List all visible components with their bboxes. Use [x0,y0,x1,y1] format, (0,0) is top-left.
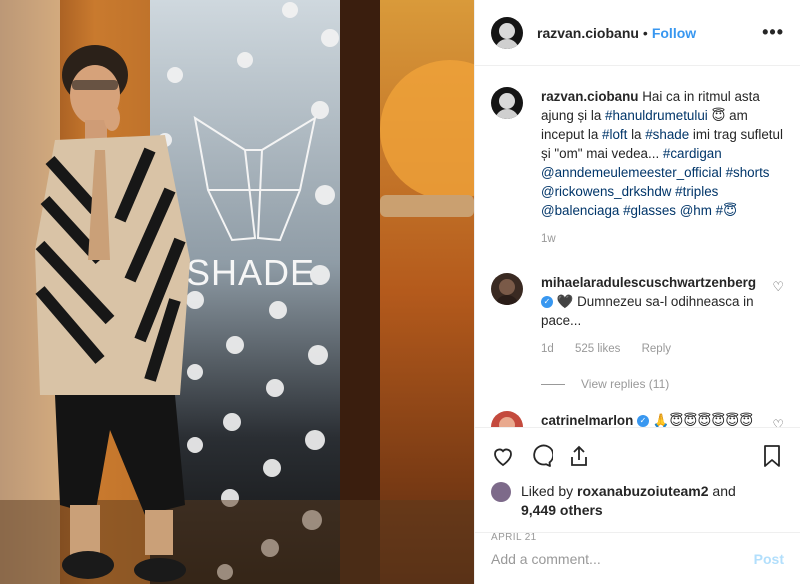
caption-tag-link[interactable]: #shorts [726,165,770,180]
liked-by: Liked by roxanabuzoiuteam2 and 9,449 oth… [491,482,784,520]
caption-tag-link[interactable]: #hanuldrumetului [605,108,708,123]
author-username[interactable]: razvan.ciobanu [537,25,639,41]
liker-username[interactable]: roxanabuzoiuteam2 [577,483,708,499]
separator-dot: • [642,24,648,41]
reply-button[interactable]: Reply [642,343,671,355]
comment-bubble-icon[interactable] [529,444,553,468]
caption-age: 1w [541,233,556,245]
caption-avatar[interactable] [491,87,523,119]
instagram-post-modal: SHADE razvan.ciobanu • Follow ••• razvan… [0,0,800,584]
add-comment-bar: Post [475,532,800,584]
comment-meta: 1d 525 likes Reply [541,340,764,359]
comment-item: mihaelaradulescuschwartzenberg ✓ 🖤 Dumne… [491,273,784,359]
post-actions: Liked by roxanabuzoiuteam2 and 9,449 oth… [475,427,800,543]
caption-tag-link[interactable]: @hm [680,203,712,218]
commenter-username[interactable]: catrinelmarlon [541,413,633,427]
bookmark-icon[interactable] [760,444,784,468]
commenter-avatar[interactable] [491,273,523,305]
verified-badge-icon: ✓ [637,415,650,427]
banner-brand-text: SHADE [186,252,315,293]
post-header: razvan.ciobanu • Follow ••• [475,0,800,66]
caption-tag-link[interactable]: #glasses [623,203,676,218]
comment-age: 1d [541,343,554,355]
caption-text-fragment: la [627,127,646,142]
caption-tag-link[interactable]: #shade [645,127,689,142]
view-replies-label[interactable]: View replies (11) [581,377,669,391]
caption-tag-link[interactable]: @rickowens_drkshdw [541,184,671,199]
comment-text: 🖤 Dumnezeu sa-l odihneasca in pace... [541,294,754,328]
caption-tag-link[interactable]: #loft [602,127,627,142]
comment-like-heart-icon[interactable]: ♡ [772,279,784,295]
caption-tag-link[interactable]: @anndemeulemeester_official [541,165,722,180]
post-comment-button[interactable]: Post [754,551,784,567]
comment-likes[interactable]: 525 likes [575,343,620,355]
caption-content: Hai ca in ritmul asta ajung și la #hanul… [541,89,783,218]
comment-like-heart-icon[interactable]: ♡ [772,417,784,427]
liker-avatar[interactable] [491,482,511,502]
caption: razvan.ciobanu Hai ca in ritmul asta aju… [491,87,784,249]
caption-meta: 1w [541,230,784,249]
follow-button[interactable]: Follow [652,25,696,41]
caption-tag-link[interactable]: #triples [675,184,718,199]
comments-list[interactable]: razvan.ciobanu Hai ca in ritmul asta aju… [475,67,800,427]
comment-item: catrinelmarlon ✓ 🙏😇😇😇😇😇😇 ♡ [491,411,784,427]
like-heart-icon[interactable] [491,444,515,468]
view-replies[interactable]: View replies (11) [541,377,784,391]
caption-username[interactable]: razvan.ciobanu [541,89,638,104]
add-comment-input[interactable] [491,550,754,567]
liked-and: and [708,483,736,499]
caption-tag-link[interactable]: @balenciaga [541,203,619,218]
caption-tag-link[interactable]: #😇 [716,203,737,218]
post-photo-graphic: SHADE [0,0,474,584]
more-options-icon[interactable]: ••• [762,22,784,43]
post-side-panel: razvan.ciobanu • Follow ••• razvan.cioba… [474,0,800,584]
others-count[interactable]: 9,449 others [521,502,603,518]
share-icon[interactable] [567,444,591,468]
liked-by-prefix: Liked by [521,483,578,499]
replies-divider [541,383,565,385]
verified-badge-icon: ✓ [541,296,553,309]
commenter-avatar[interactable] [491,411,523,427]
comment-text: 🙏😇😇😇😇😇😇 [652,413,754,427]
author-avatar[interactable] [491,16,523,49]
commenter-username[interactable]: mihaelaradulescuschwartzenberg [541,275,756,290]
post-photo[interactable]: SHADE [0,0,474,584]
caption-tag-link[interactable]: #cardigan [663,146,722,161]
caption-text: razvan.ciobanu Hai ca in ritmul asta aju… [541,87,784,220]
action-icons [491,436,784,476]
